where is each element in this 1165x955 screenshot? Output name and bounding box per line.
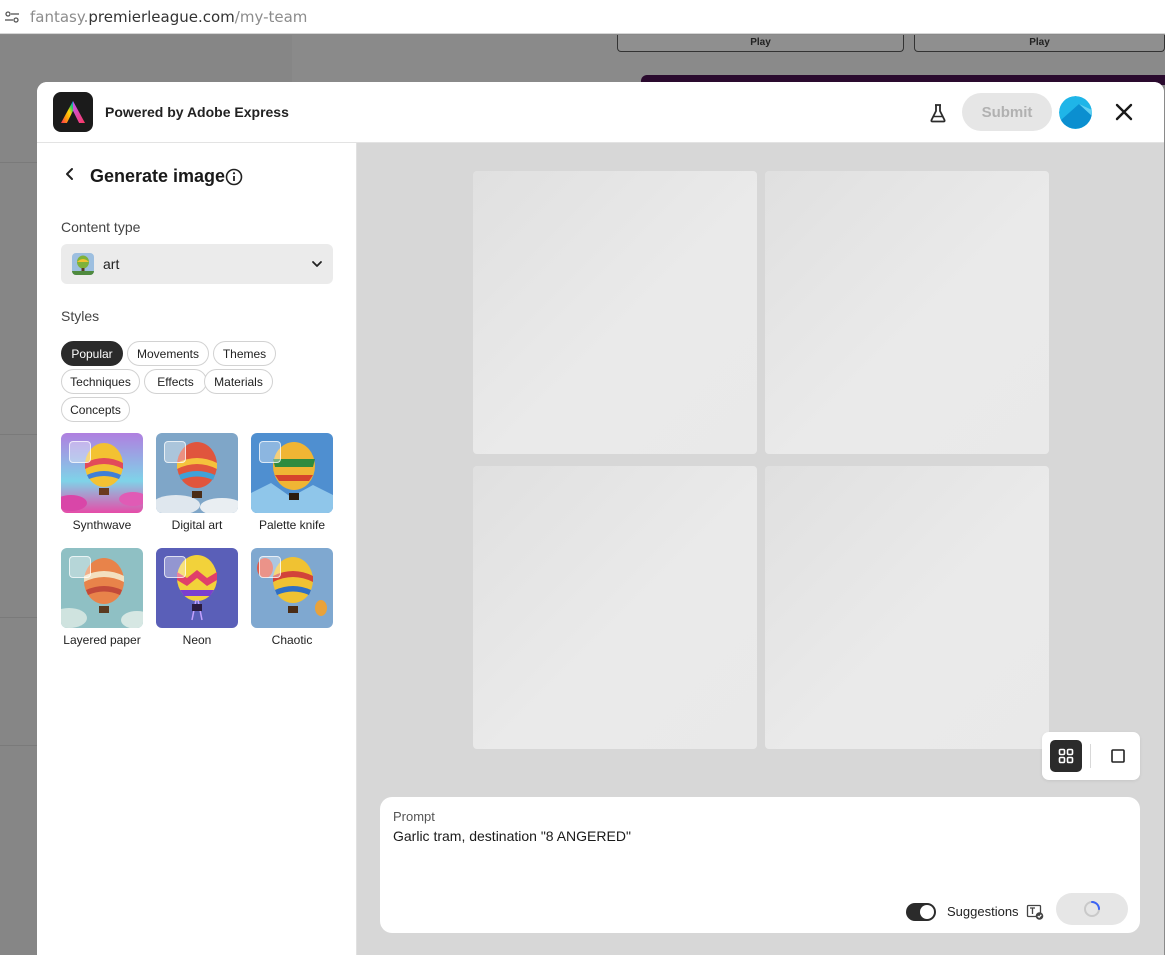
style-tile-digital-art[interactable]: Digital art (156, 433, 238, 532)
copy-icon (259, 556, 281, 578)
toggle-divider (1090, 744, 1091, 768)
style-tile-layered-paper[interactable]: Layered paper (61, 548, 143, 647)
styles-label: Styles (61, 308, 100, 324)
site-settings-icon[interactable] (4, 9, 20, 25)
suggestions-toggle[interactable] (906, 903, 936, 921)
style-panel: Generate image Content type art Styles P… (37, 143, 357, 955)
style-tile-chaotic[interactable]: Chaotic (251, 548, 333, 647)
results-area: Prompt Garlic tram, destination "8 ANGER… (357, 143, 1164, 955)
background-play-button: Play (914, 35, 1165, 52)
url-host: premierleague.com (88, 7, 235, 26)
modal-header: Powered by Adobe Express Submit (37, 82, 1164, 143)
image-placeholder (765, 171, 1049, 454)
image-placeholder (473, 466, 757, 749)
chip-movements[interactable]: Movements (127, 341, 209, 366)
style-name: Neon (182, 633, 212, 647)
copy-icon (69, 441, 91, 463)
view-toggle (1042, 732, 1140, 780)
prompt-label: Prompt (393, 809, 435, 824)
flask-icon[interactable] (927, 102, 949, 124)
generate-image-modal: Powered by Adobe Express Submit Generate… (37, 82, 1164, 955)
content-type-thumbnail (72, 253, 94, 275)
chip-effects[interactable]: Effects (144, 369, 207, 394)
style-name: Digital art (171, 518, 223, 532)
submit-button[interactable]: Submit (962, 93, 1052, 131)
image-placeholder (473, 171, 757, 454)
style-tile-synthwave[interactable]: Synthwave (61, 433, 143, 532)
chip-themes[interactable]: Themes (213, 341, 276, 366)
chip-materials[interactable]: Materials (204, 369, 273, 394)
content-type-label: Content type (61, 219, 141, 235)
url-prefix: fantasy. (30, 7, 89, 26)
square-icon (1111, 749, 1125, 763)
url-path: /my-team (234, 7, 308, 26)
grid-view-button[interactable] (1050, 740, 1082, 772)
content-type-select[interactable]: art (61, 244, 333, 284)
grid-icon (1058, 748, 1074, 764)
prompt-input[interactable]: Garlic tram, destination "8 ANGERED" (393, 828, 631, 844)
copy-icon (164, 441, 186, 463)
prompt-box[interactable]: Prompt Garlic tram, destination "8 ANGER… (380, 797, 1140, 933)
style-name: Synthwave (72, 518, 132, 532)
url-text[interactable]: fantasy.premierleague.com/my-team (30, 8, 307, 26)
back-chevron-icon[interactable] (63, 167, 77, 181)
toggle-knob (920, 905, 934, 919)
style-name: Palette knife (258, 518, 326, 532)
style-tile-palette-knife[interactable]: Palette knife (251, 433, 333, 532)
chevron-down-icon (312, 261, 322, 267)
style-thumbnail (156, 433, 238, 513)
info-icon[interactable] (225, 168, 243, 186)
copy-icon (164, 556, 186, 578)
style-thumbnail (251, 433, 333, 513)
style-thumbnail (61, 548, 143, 628)
style-thumbnail (156, 548, 238, 628)
browser-address-bar[interactable]: fantasy.premierleague.com/my-team (0, 0, 1165, 34)
image-placeholder (765, 466, 1049, 749)
style-thumbnail (251, 548, 333, 628)
chip-popular[interactable]: Popular (61, 341, 123, 366)
style-thumbnail (61, 433, 143, 513)
close-icon[interactable] (1113, 101, 1135, 123)
suggestions-label: Suggestions (947, 904, 1019, 919)
single-view-button[interactable] (1102, 740, 1134, 772)
avatar-image (1059, 96, 1092, 129)
style-tile-neon[interactable]: Neon (156, 548, 238, 647)
style-name: Chaotic (271, 633, 313, 647)
copy-icon (69, 556, 91, 578)
style-name: Layered paper (63, 633, 141, 647)
modal-title: Powered by Adobe Express (105, 104, 289, 120)
background-play-button: Play (617, 35, 904, 52)
content-type-value: art (103, 256, 120, 272)
chip-techniques[interactable]: Techniques (61, 369, 140, 394)
adobe-express-logo-icon (61, 101, 85, 123)
copy-icon (259, 441, 281, 463)
loading-spinner-icon (1084, 901, 1100, 917)
panel-title: Generate image (90, 166, 226, 186)
text-check-icon[interactable] (1026, 903, 1044, 921)
adobe-express-logo (53, 92, 93, 132)
chip-concepts[interactable]: Concepts (61, 397, 130, 422)
generate-button[interactable] (1056, 893, 1128, 925)
avatar[interactable] (1059, 96, 1092, 129)
